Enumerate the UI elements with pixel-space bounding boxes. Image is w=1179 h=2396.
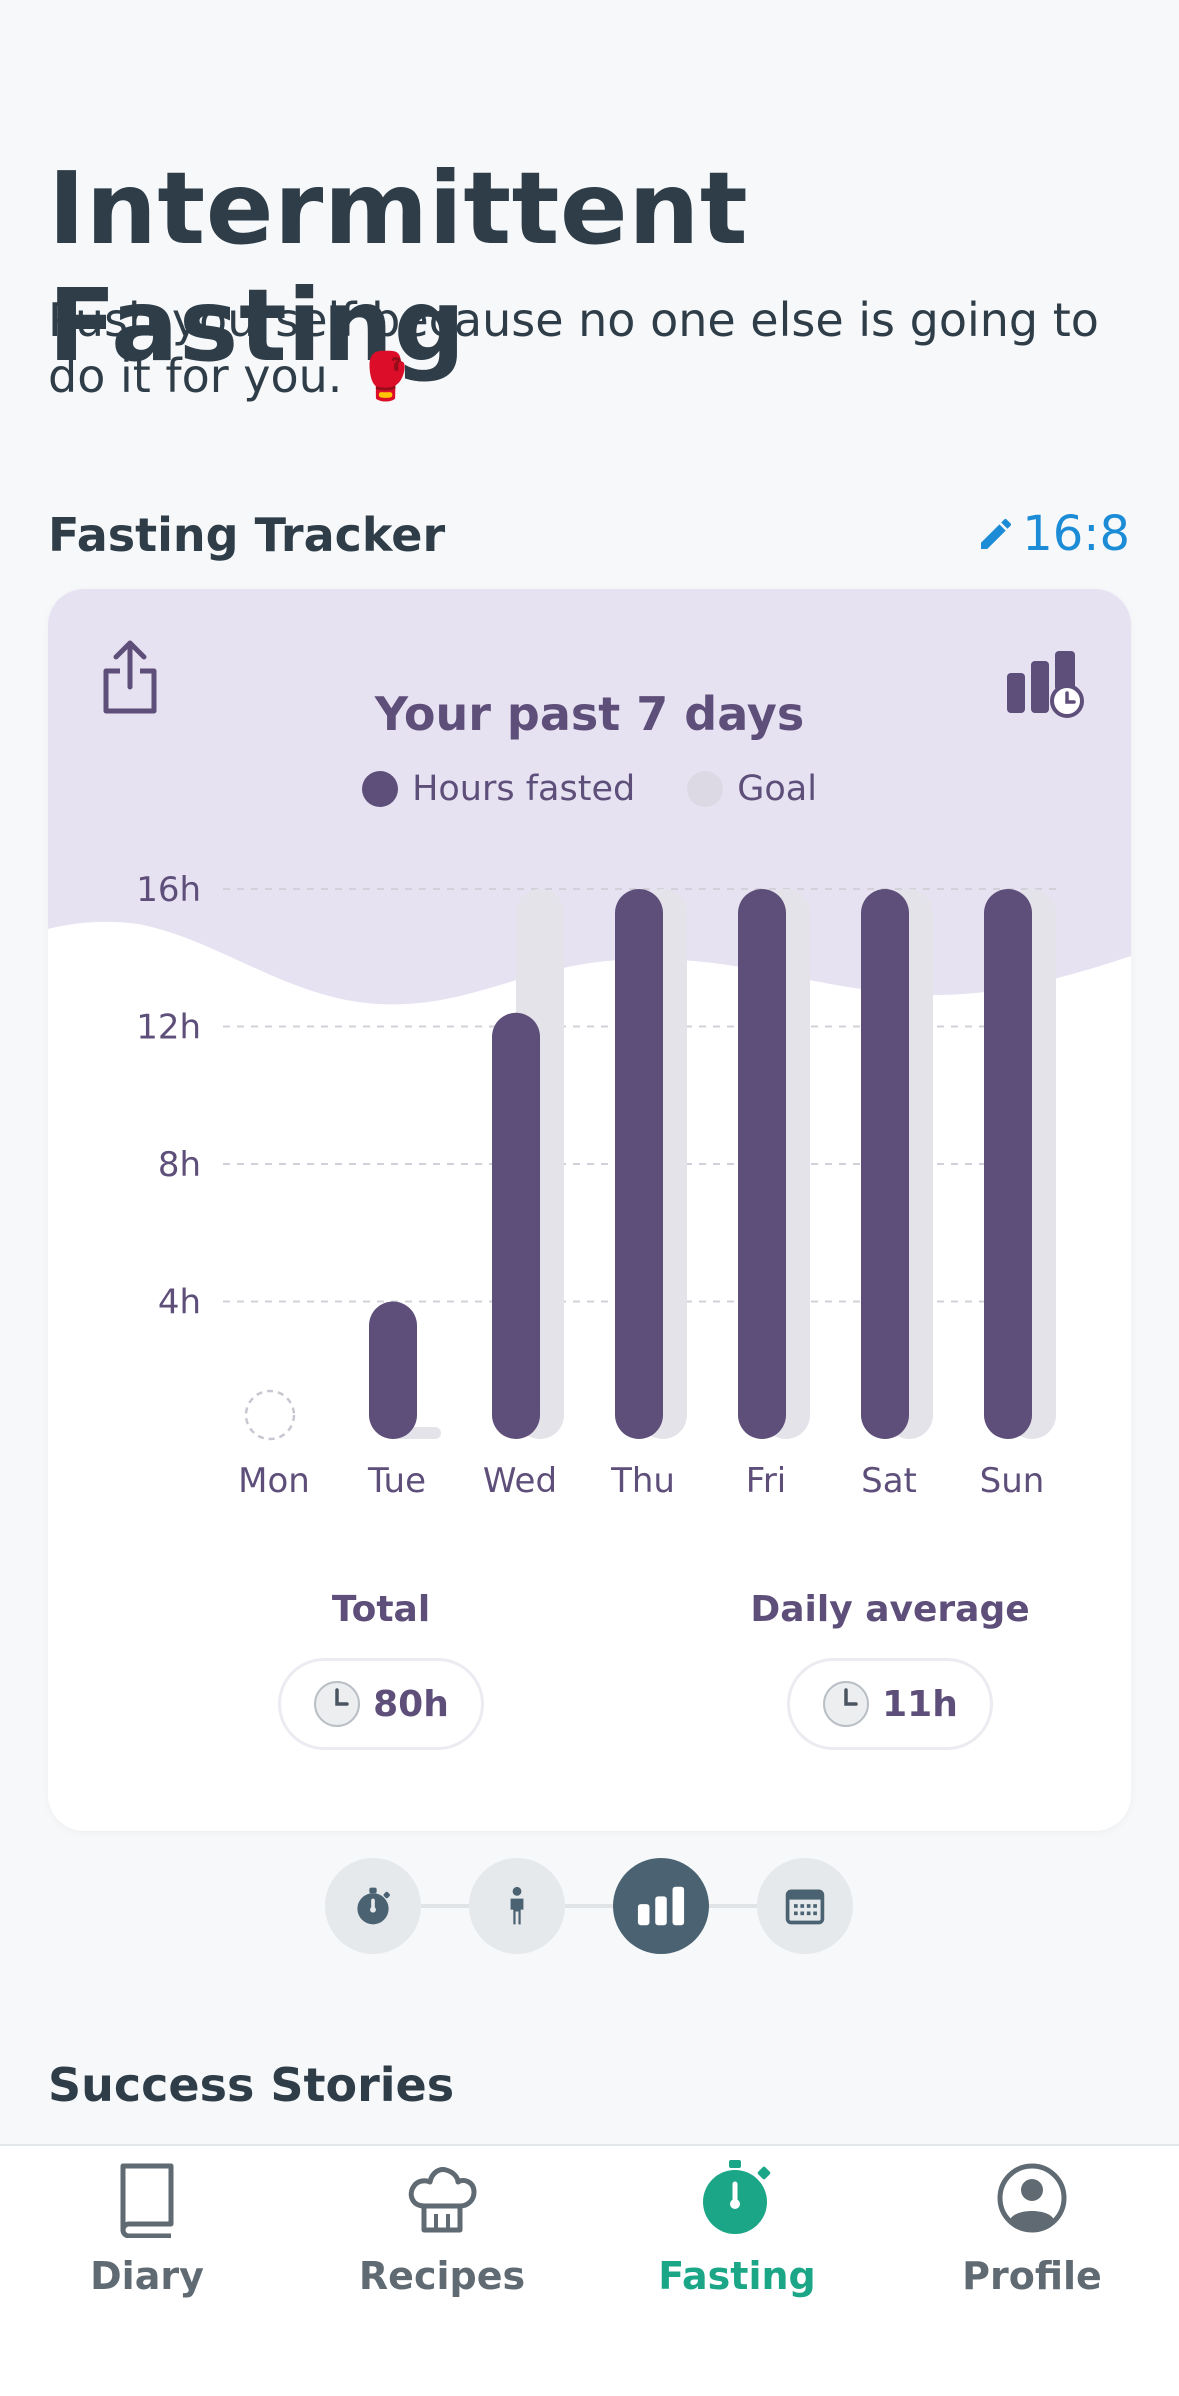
- x-tick-label: Sat: [861, 1461, 917, 1501]
- pager-chart-button[interactable]: [613, 1858, 709, 1954]
- tab-profile[interactable]: Profile: [885, 2158, 1179, 2298]
- y-tick-label: 4h: [158, 1283, 201, 1323]
- tab-diary[interactable]: Diary: [0, 2158, 294, 2298]
- clock-icon: [823, 1681, 870, 1727]
- fasted-bar: [369, 1301, 417, 1439]
- tracker-view-pager: [325, 1858, 853, 1954]
- fasting-tracker-heading: Fasting Tracker: [48, 508, 446, 562]
- fasting-chart-card: Your past 7 days Hours fasted Goal 4h 8h 1…: [48, 589, 1131, 1831]
- pager-body-button[interactable]: [469, 1858, 565, 1954]
- bar-chart-icon: [637, 1886, 685, 1926]
- stopwatch-icon: [703, 2160, 771, 2234]
- profile-icon: [997, 2163, 1067, 2233]
- tab-recipes[interactable]: Recipes: [295, 2158, 589, 2298]
- pencil-icon: [981, 518, 1012, 549]
- pager-connector: [709, 1904, 757, 1908]
- x-tick-label: Mon: [238, 1461, 310, 1501]
- chef-hat-icon: [408, 2167, 477, 2233]
- fasted-bar: [861, 889, 909, 1439]
- tab-label-recipes: Recipes: [358, 2254, 526, 2298]
- clock-icon: [314, 1681, 361, 1727]
- bottom-tab-bar: Diary Recipes Fasting Profile: [0, 2144, 1179, 2396]
- page-subtitle: Push yourself because no one else is goi…: [48, 293, 1099, 403]
- tab-label-fasting: Fasting: [658, 2254, 816, 2298]
- fasted-bar: [984, 889, 1032, 1439]
- fasting-bar-chart: 4h 8h 12h 16h Mon Tue Wed Thu Fri Sat Sun: [136, 870, 1063, 1501]
- pager-calendar-button[interactable]: [757, 1858, 853, 1954]
- fasted-bar: [738, 889, 786, 1439]
- total-pill: 80h: [278, 1658, 484, 1750]
- x-tick-label: Tue: [367, 1461, 426, 1501]
- empty-day-marker: [244, 1389, 296, 1441]
- total-label: Total: [331, 1589, 431, 1630]
- y-tick-label: 16h: [136, 870, 201, 910]
- x-tick-label: Wed: [483, 1461, 557, 1501]
- x-tick-label: Sun: [980, 1461, 1045, 1501]
- y-tick-label: 8h: [158, 1145, 201, 1185]
- average-value: 11h: [882, 1683, 958, 1725]
- success-stories-heading: Success Stories: [48, 2058, 455, 2112]
- average-summary: Daily average 11h: [730, 1589, 1050, 1750]
- average-pill: 11h: [787, 1658, 993, 1750]
- average-label: Daily average: [750, 1589, 1030, 1630]
- pager-timer-button[interactable]: [325, 1858, 421, 1954]
- fasted-bar: [492, 1012, 540, 1439]
- calendar-icon: [785, 1889, 825, 1925]
- tab-label-diary: Diary: [90, 2254, 204, 2298]
- book-icon: [120, 2163, 174, 2238]
- tab-label-profile: Profile: [962, 2254, 1102, 2298]
- total-value: 80h: [373, 1683, 449, 1725]
- timer-icon: [357, 1887, 390, 1925]
- fasted-bar: [615, 889, 663, 1439]
- x-tick-label: Fri: [746, 1461, 787, 1501]
- fasting-plan-button[interactable]: 16:8: [976, 506, 1130, 562]
- pager-connector: [565, 1904, 613, 1908]
- y-tick-label: 12h: [136, 1008, 201, 1048]
- total-summary: Total 80h: [221, 1589, 541, 1750]
- body-icon: [510, 1886, 524, 1925]
- tab-fasting[interactable]: Fasting: [590, 2158, 884, 2298]
- fasting-plan-label: 16:8: [1022, 506, 1130, 562]
- x-tick-label: Thu: [610, 1461, 675, 1501]
- pager-connector: [421, 1904, 469, 1908]
